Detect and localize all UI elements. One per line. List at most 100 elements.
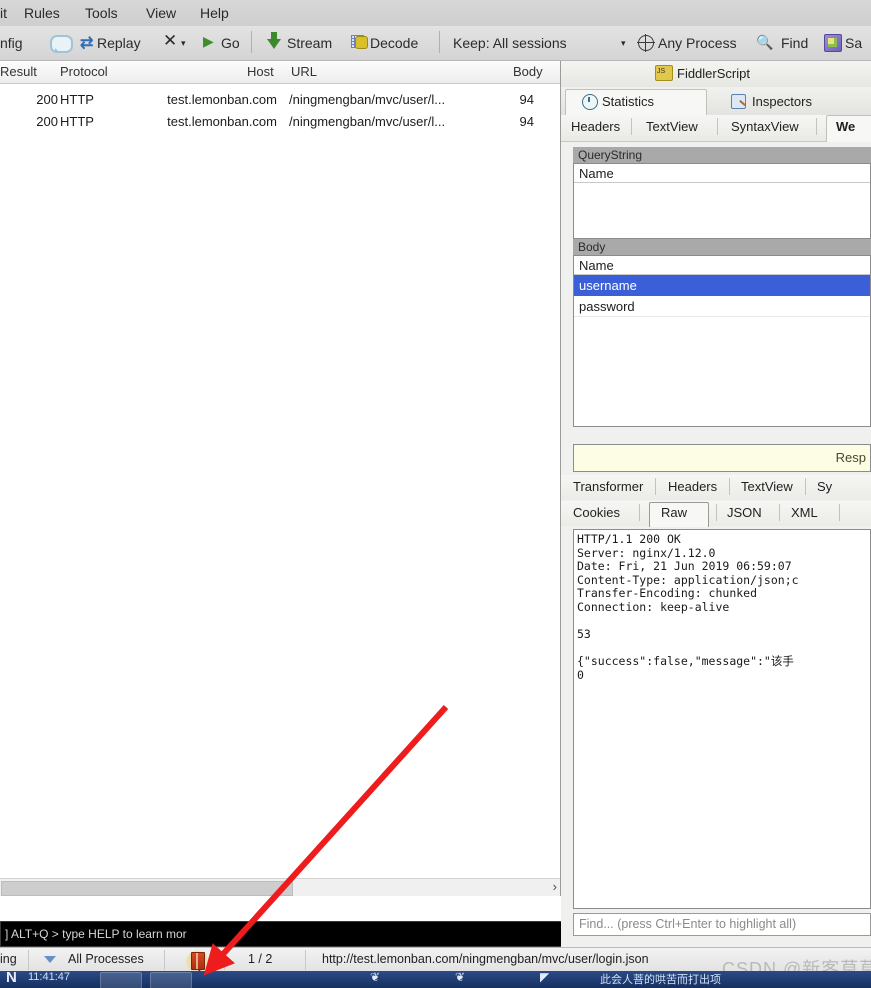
save-button[interactable]: Sa bbox=[845, 33, 862, 53]
cell-host: test.lemonban.com bbox=[167, 114, 277, 129]
resp-tab-xml[interactable]: XML bbox=[791, 505, 818, 520]
stream-button[interactable]: Stream bbox=[287, 33, 332, 53]
resp-divider-3 bbox=[805, 478, 806, 495]
subtab-syntaxview[interactable]: SyntaxView bbox=[731, 119, 799, 134]
menu-item-edit[interactable]: it bbox=[0, 4, 7, 22]
menu-item-view[interactable]: View bbox=[146, 4, 176, 22]
replay-arrows-icon[interactable]: ⇄ bbox=[80, 33, 93, 53]
taskbar-tray-icon-1[interactable]: ❦ bbox=[370, 971, 380, 984]
clock-icon bbox=[582, 94, 598, 110]
resp-divider-7 bbox=[839, 504, 840, 521]
menu-item-tools[interactable]: Tools bbox=[85, 4, 118, 22]
cell-host: test.lemonban.com bbox=[167, 92, 277, 107]
cell-protocol: HTTP bbox=[60, 92, 94, 107]
session-list-horizontal-scrollbar[interactable]: › bbox=[0, 878, 560, 896]
querystring-grid[interactable]: Name bbox=[573, 163, 871, 239]
status-divider-2 bbox=[164, 950, 165, 970]
status-capturing-label[interactable]: ing bbox=[0, 952, 17, 966]
cell-body: 94 bbox=[519, 92, 534, 107]
keep-dropdown-caret-icon[interactable]: ▾ bbox=[621, 38, 626, 49]
response-raw-text[interactable]: HTTP/1.1 200 OK Server: nginx/1.12.0 Dat… bbox=[573, 529, 871, 909]
response-find-input[interactable]: Find... (press Ctrl+Enter to highlight a… bbox=[573, 913, 871, 936]
resp-tab-headers[interactable]: Headers bbox=[668, 479, 717, 494]
status-process-filter[interactable]: All Processes bbox=[68, 952, 144, 966]
any-process-button[interactable]: Any Process bbox=[658, 33, 737, 53]
status-divider-4 bbox=[305, 950, 306, 970]
windows-taskbar: N 11:41:47 ❦ ❦ ◤ 此会人菩的哄苦而打出项 bbox=[0, 971, 871, 988]
binoculars-icon[interactable]: 🔍 bbox=[756, 34, 773, 51]
tab-inspectors[interactable]: Inspectors bbox=[752, 94, 812, 109]
decode-button[interactable]: Decode bbox=[370, 33, 418, 53]
save-disk-icon[interactable] bbox=[824, 34, 842, 52]
taskbar-clock: 11:41:47 bbox=[28, 971, 71, 983]
resp-tab-json[interactable]: JSON bbox=[727, 505, 762, 520]
resp-tab-cookies[interactable]: Cookies bbox=[573, 505, 620, 520]
remove-dropdown-caret-icon[interactable]: ▾ bbox=[181, 38, 186, 49]
querystring-column-header-name[interactable]: Name bbox=[574, 164, 870, 183]
resp-divider-1 bbox=[655, 478, 656, 495]
status-divider-1 bbox=[28, 950, 29, 970]
stream-down-arrow-icon[interactable] bbox=[267, 32, 281, 50]
menu-item-rules[interactable]: Rules bbox=[24, 4, 60, 22]
find-button[interactable]: Find bbox=[781, 33, 808, 53]
menu-item-help[interactable]: Help bbox=[200, 4, 229, 22]
toolbar: nfig ⇄ Replay ✕ ▾ ▶ Go Stream Decode Kee… bbox=[0, 26, 871, 61]
taskbar-item-1[interactable] bbox=[100, 972, 142, 988]
resp-tab-transformer[interactable]: Transformer bbox=[573, 479, 643, 494]
status-selection-count: 1 / 2 bbox=[248, 952, 273, 966]
go-button[interactable]: Go bbox=[221, 33, 240, 53]
menu-bar: it Rules Tools View Help bbox=[0, 0, 871, 27]
column-header-body[interactable]: Body bbox=[513, 64, 543, 79]
taskbar-tray-icon-2[interactable]: ❦ bbox=[455, 971, 465, 984]
resp-divider-5 bbox=[716, 504, 717, 521]
cell-url: /ningmengban/mvc/user/l... bbox=[289, 92, 446, 107]
funnel-icon[interactable] bbox=[44, 956, 56, 963]
resp-tab-raw[interactable]: Raw bbox=[661, 505, 687, 520]
remove-x-icon[interactable]: ✕ bbox=[163, 31, 177, 51]
response-tabbar-row1: Transformer Headers TextView Sy bbox=[561, 475, 871, 500]
table-row[interactable]: 200 HTTP test.lemonban.com /ningmengban/… bbox=[0, 89, 560, 111]
subtab-webforms[interactable]: We bbox=[836, 119, 855, 134]
tab-statistics[interactable]: Statistics bbox=[602, 94, 654, 109]
body-row-password[interactable]: password bbox=[574, 296, 870, 317]
start-button[interactable]: N bbox=[6, 971, 17, 986]
fiddler-process-icon[interactable] bbox=[185, 950, 209, 971]
body-row-username[interactable]: username bbox=[574, 275, 870, 296]
status-divider-3 bbox=[224, 950, 225, 970]
keep-sessions-button[interactable]: Keep: All sessions bbox=[453, 33, 567, 53]
cell-protocol: HTTP bbox=[60, 114, 94, 129]
cell-result: 200 bbox=[36, 92, 58, 107]
crosshair-target-icon[interactable] bbox=[637, 34, 655, 52]
subtab-headers[interactable]: Headers bbox=[571, 119, 620, 134]
fiddler-window: it Rules Tools View Help nfig ⇄ Replay ✕… bbox=[0, 0, 871, 988]
resp-divider-6 bbox=[779, 504, 780, 521]
js-script-icon bbox=[655, 65, 673, 81]
subtab-divider-1 bbox=[631, 118, 632, 135]
taskbar-tray-icon-3[interactable]: ◤ bbox=[540, 971, 549, 984]
taskbar-item-2[interactable] bbox=[150, 972, 192, 988]
subtab-textview[interactable]: TextView bbox=[646, 119, 698, 134]
body-column-header-name[interactable]: Name bbox=[574, 256, 870, 275]
body-grid[interactable]: Name username password bbox=[573, 255, 871, 427]
column-header-url[interactable]: URL bbox=[291, 64, 317, 79]
session-list[interactable]: Result Protocol Host URL Body 200 HTTP t… bbox=[0, 61, 561, 896]
comment-bubble-icon[interactable] bbox=[50, 35, 73, 53]
decode-grid-gear-icon[interactable] bbox=[351, 35, 368, 49]
replay-button[interactable]: Replay bbox=[97, 33, 141, 53]
resp-tab-textview[interactable]: TextView bbox=[741, 479, 793, 494]
tab-fiddlerscript[interactable]: FiddlerScript bbox=[677, 66, 750, 81]
status-session-url: http://test.lemonban.com/ningmengban/mvc… bbox=[322, 952, 649, 966]
column-header-result[interactable]: Result bbox=[0, 64, 37, 79]
toolbar-separator-1 bbox=[251, 31, 252, 53]
toolbar-config-button[interactable]: nfig bbox=[0, 33, 23, 53]
scrollbar-thumb[interactable] bbox=[1, 881, 293, 896]
scrollbar-right-arrow[interactable]: › bbox=[553, 879, 557, 894]
column-header-host[interactable]: Host bbox=[247, 64, 274, 79]
table-row[interactable]: 200 HTTP test.lemonban.com /ningmengban/… bbox=[0, 111, 560, 133]
response-tabbar-row2: Cookies Raw JSON XML bbox=[561, 501, 871, 527]
quickexec-command-box[interactable]: ] ALT+Q > type HELP to learn mor bbox=[0, 921, 562, 947]
resp-tab-syntaxview[interactable]: Sy bbox=[817, 479, 832, 494]
cell-result: 200 bbox=[36, 114, 58, 129]
play-triangle-icon[interactable]: ▶ bbox=[203, 33, 214, 50]
column-header-protocol[interactable]: Protocol bbox=[60, 64, 108, 79]
